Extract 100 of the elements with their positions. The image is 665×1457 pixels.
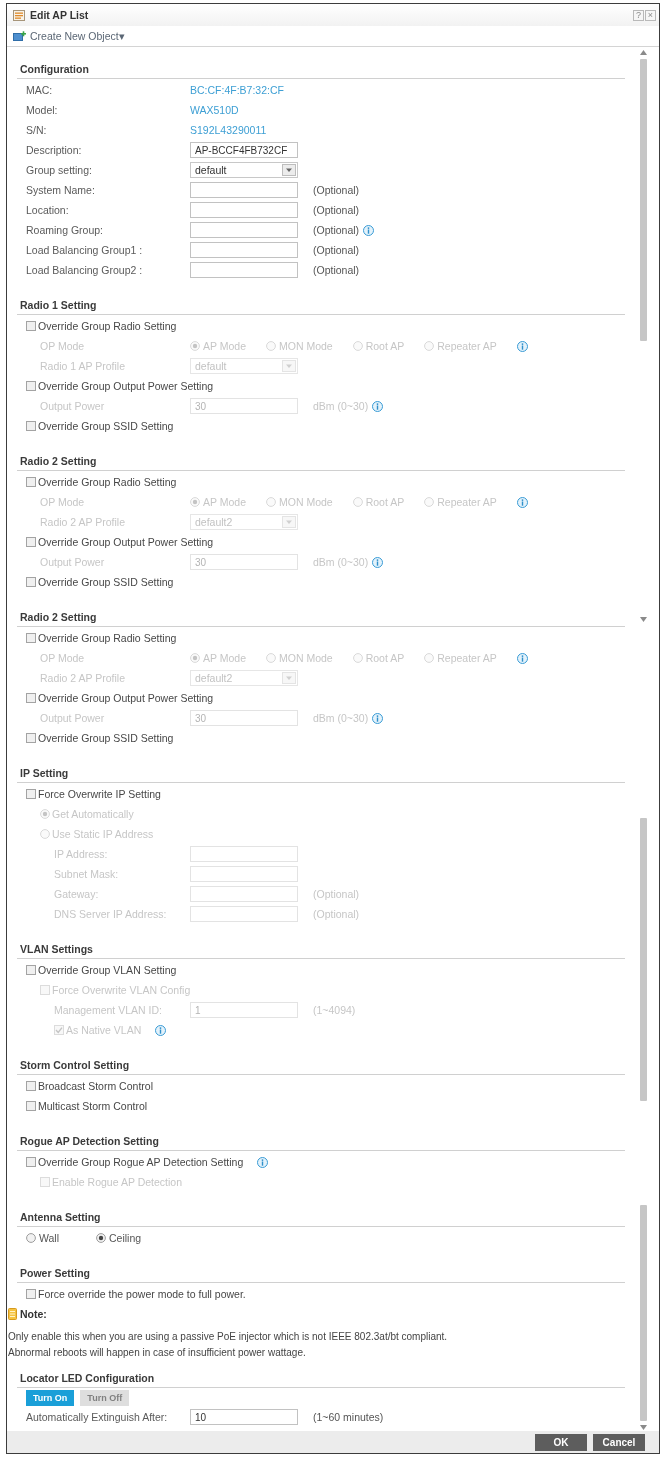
field-hint: dBm (0~30) [313,712,369,724]
action-button[interactable]: Turn On [26,1390,75,1406]
checkbox-label: Force Overwrite IP Setting [38,788,161,800]
scroll-up-icon[interactable] [639,50,647,55]
close-button[interactable]: × [645,9,656,21]
checkbox[interactable] [26,965,36,975]
field-hint: (Optional) [313,184,360,196]
radio-button[interactable] [26,1233,36,1243]
note-text: Abnormal reboots will happen in case of insufficient power wattage. [8,1346,307,1360]
field-label: Location: [26,204,70,216]
radio-label: Root AP [365,496,405,508]
field-label: Roaming Group: [26,224,105,236]
checkbox[interactable] [26,789,36,799]
field-label: OP Mode [40,652,86,664]
radio-button[interactable] [96,1233,106,1243]
field-value: BC:CF:4F:B7:32:CF [190,84,284,96]
checkbox-label: Force Overwrite VLAN Config [52,984,191,996]
dialog-button[interactable]: Cancel [593,1433,645,1451]
field-hint: (1~4094) [313,1004,356,1016]
radio-label: MON Mode [279,652,333,664]
checkbox-label: Override Group Output Power Setting [38,536,214,548]
checkbox-label: Broadcast Storm Control [38,1080,153,1092]
checkbox[interactable] [26,477,36,487]
create-object-menu[interactable]: Create New Object▾ [30,30,125,42]
dropdown[interactable]: default [190,162,298,178]
help-button[interactable]: ? [633,9,644,21]
scrollbar-thumb[interactable] [639,59,647,341]
field-hint: dBm (0~30) [313,556,369,568]
radio-label: MON Mode [279,340,333,352]
section-title: Storm Control Setting [17,1056,625,1075]
radio-label: Repeater AP [437,652,497,664]
field-hint: dBm (0~30) [313,400,369,412]
caret-icon [282,516,296,528]
checkbox-label: Multicast Storm Control [38,1100,148,1112]
field-label: Load Balancing Group1 : [26,244,144,256]
field-label: IP Address: [54,848,109,860]
field-label: System Name: [26,184,96,196]
text-field[interactable]: 10 [190,1409,298,1425]
checkbox[interactable] [26,693,36,703]
field-hint: (Optional) [313,244,360,256]
radio-label: Root AP [365,652,405,664]
radio-label: AP Mode [203,496,246,508]
checkbox[interactable] [26,421,36,431]
radio-label: Repeater AP [437,496,497,508]
checkbox[interactable] [26,537,36,547]
text-field[interactable] [190,182,298,198]
field-label: Subnet Mask: [54,868,120,880]
dialog-button[interactable]: OK [535,1433,587,1451]
note-title: Note: [20,1308,47,1320]
radio-label: Root AP [365,340,405,352]
field-value: S192L43290011 [190,124,267,136]
scroll-down-icon[interactable] [639,617,647,622]
scrollbar-thumb[interactable] [639,1205,647,1421]
field-label: OP Mode [40,340,86,352]
field-hint: (Optional) [313,264,360,276]
text-field[interactable] [190,262,298,278]
caret-icon [282,672,296,684]
note-icon [8,1308,17,1320]
checkbox[interactable] [26,321,36,331]
caret-icon [282,164,296,176]
field-label: DNS Server IP Address: [54,908,168,920]
checkbox-label: Override Group Output Power Setting [38,692,214,704]
info-icon[interactable] [257,1156,269,1168]
field-label: Automatically Extinguish After: [26,1411,169,1423]
radio-label: Repeater AP [437,340,497,352]
section-title: IP Setting [17,764,625,783]
field-label: OP Mode [40,496,86,508]
field-label: Model: [26,104,59,116]
checkbox-label: Override Group SSID Setting [38,420,174,432]
field-label: MAC: [26,84,54,96]
text-field[interactable] [190,242,298,258]
radio-label: MON Mode [279,496,333,508]
checkbox-label: Override Group Rogue AP Detection Setting [38,1156,244,1168]
field-hint: (Optional) [313,204,360,216]
checkbox[interactable] [26,381,36,391]
field-label: Radio 2 AP Profile [40,516,127,528]
info-icon[interactable] [363,224,375,236]
checkbox[interactable] [26,1081,36,1091]
checkbox[interactable] [26,733,36,743]
checkbox[interactable] [26,633,36,643]
text-field[interactable]: AP-BCCF4FB732CF [190,142,298,158]
add-icon [13,31,26,41]
scrollbar-thumb[interactable] [639,818,647,1101]
section-title: Radio 1 Setting [17,296,625,315]
checkbox-label: Override Group Radio Setting [38,476,177,488]
text-field[interactable] [190,222,298,238]
field-label: Gateway: [54,888,100,900]
checkbox[interactable] [26,1289,36,1299]
radio-label: Use Static IP Address [52,828,154,840]
note-text: Only enable this when you are using a passive PoE injector which is not IEEE 802.3at/bt compliant. [8,1330,449,1344]
checkbox-label: Override Group Radio Setting [38,320,177,332]
checkbox-label: Override Group Radio Setting [38,632,177,644]
checkbox[interactable] [26,577,36,587]
section-title: Configuration [17,60,625,79]
section-title: VLAN Settings [17,940,625,959]
checkbox[interactable] [26,1157,36,1167]
section-title: Rogue AP Detection Setting [17,1132,625,1151]
checkbox[interactable] [26,1101,36,1111]
field-hint: (Optional) [313,224,360,236]
text-field[interactable] [190,202,298,218]
